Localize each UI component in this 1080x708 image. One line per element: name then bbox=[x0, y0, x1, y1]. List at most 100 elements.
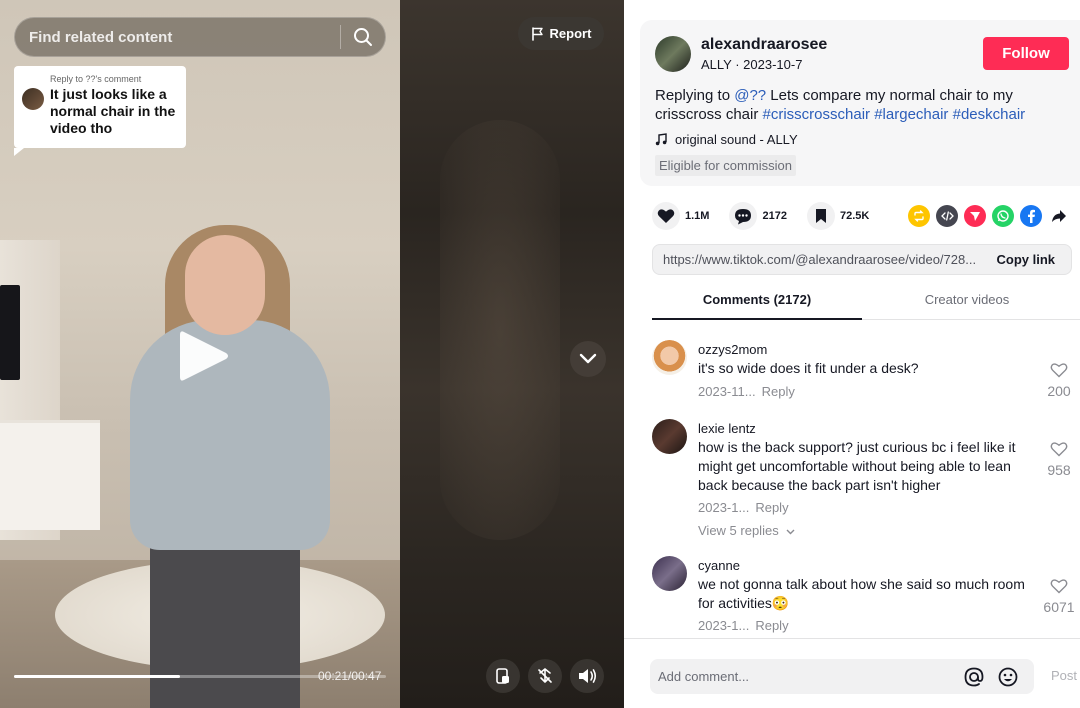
comment-like-button[interactable]: 958 bbox=[1042, 441, 1076, 478]
heart-outline-icon bbox=[1050, 579, 1068, 594]
comment-like-button[interactable]: 200 bbox=[1042, 362, 1076, 399]
comment-icon bbox=[735, 208, 752, 224]
video-scene-person-sweater bbox=[130, 320, 330, 550]
comment-like-count: 958 bbox=[1047, 462, 1071, 478]
comment-item: cyanne we not gonna talk about how she s… bbox=[652, 551, 1076, 638]
video-scene-desk bbox=[0, 420, 100, 530]
mention-icon[interactable] bbox=[963, 666, 985, 688]
bookmark-icon bbox=[815, 209, 826, 223]
chevron-down-icon bbox=[579, 353, 597, 364]
commenter-name[interactable]: cyanne bbox=[698, 558, 740, 573]
follow-button[interactable]: Follow bbox=[983, 37, 1069, 70]
emoji-icon[interactable] bbox=[997, 666, 1019, 688]
commenter-avatar[interactable] bbox=[652, 419, 687, 454]
comment-list: ozzys2mom it's so wide does it fit under… bbox=[652, 335, 1080, 638]
comment-composer: Post bbox=[624, 638, 1080, 708]
reply-sticker-avatar bbox=[22, 88, 44, 110]
autoscroll-button[interactable] bbox=[528, 659, 562, 693]
like-count: 1.1M bbox=[685, 210, 710, 222]
mention-link[interactable]: @?? bbox=[734, 87, 766, 104]
author-username[interactable]: alexandraarosee bbox=[701, 36, 827, 54]
save-button[interactable]: 72.5K bbox=[806, 202, 870, 230]
video-link-url[interactable]: https://www.tiktok.com/@alexandraarosee/… bbox=[653, 252, 980, 267]
hashtag-link[interactable]: #crisscrosschair bbox=[763, 106, 871, 123]
hashtag-link[interactable]: #deskchair bbox=[953, 106, 1026, 123]
desc-prefix: Replying to bbox=[655, 87, 735, 104]
sound-link[interactable]: original sound - ALLY bbox=[655, 132, 798, 147]
comment-date: 2023-1... bbox=[698, 500, 750, 515]
send-icon bbox=[970, 212, 980, 221]
music-note-icon bbox=[655, 133, 667, 146]
embed-button[interactable] bbox=[936, 205, 958, 227]
facebook-icon bbox=[1028, 209, 1035, 223]
save-count: 72.5K bbox=[839, 210, 870, 222]
floating-player-button[interactable] bbox=[486, 659, 520, 693]
facebook-button[interactable] bbox=[1020, 205, 1042, 227]
comment-meta: 2023-1... Reply bbox=[698, 618, 789, 633]
hashtag-link[interactable]: #largechair bbox=[874, 106, 948, 123]
active-tab-indicator bbox=[652, 318, 862, 320]
reply-button[interactable]: Reply bbox=[755, 500, 788, 515]
comment-meta: 2023-11... Reply bbox=[698, 384, 795, 399]
next-video-button[interactable] bbox=[570, 341, 606, 377]
more-share-button[interactable] bbox=[1048, 205, 1070, 227]
commenter-name[interactable]: ozzys2mom bbox=[698, 342, 767, 357]
share-icons bbox=[908, 205, 1070, 227]
tab-creator-videos[interactable]: Creator videos bbox=[862, 292, 1072, 307]
comment-date: 2023-11... bbox=[698, 384, 756, 399]
reply-comment-sticker: Reply to ??'s comment It just looks like… bbox=[14, 66, 186, 156]
heart-outline-icon bbox=[1050, 363, 1068, 378]
comment-date: 2023-1... bbox=[698, 618, 750, 633]
volume-icon bbox=[579, 669, 597, 683]
like-button[interactable]: 1.1M bbox=[652, 202, 709, 230]
post-comment-button[interactable]: Post bbox=[1051, 668, 1077, 683]
sound-label: original sound - ALLY bbox=[675, 132, 798, 147]
search-button[interactable] bbox=[341, 17, 385, 57]
play-icon[interactable] bbox=[178, 328, 230, 384]
details-panel: alexandraarosee ALLY · 2023-10-7 Follow … bbox=[624, 0, 1080, 708]
video-link-box: https://www.tiktok.com/@alexandraarosee/… bbox=[652, 244, 1072, 275]
embed-icon bbox=[940, 211, 954, 221]
comment-button[interactable]: 2172 bbox=[729, 202, 787, 230]
video-scene-monitor bbox=[0, 285, 20, 380]
app-root: Reply to ??'s comment It just looks like… bbox=[0, 0, 1080, 708]
commenter-avatar[interactable] bbox=[652, 556, 687, 591]
tab-comments[interactable]: Comments (2172) bbox=[652, 292, 862, 307]
send-to-friends-button[interactable] bbox=[964, 205, 986, 227]
repost-icon bbox=[914, 210, 924, 222]
comment-text: it's so wide does it fit under a desk? bbox=[698, 360, 919, 376]
tab-bar: Comments (2172) Creator videos bbox=[652, 284, 1080, 320]
comment-meta: 2023-1... Reply bbox=[698, 500, 789, 515]
commenter-name[interactable]: lexie lentz bbox=[698, 421, 756, 436]
comment-count: 2172 bbox=[762, 210, 787, 222]
comment-like-button[interactable]: 6071 bbox=[1042, 578, 1076, 615]
flag-icon bbox=[531, 26, 543, 41]
view-replies-button[interactable]: View 5 replies bbox=[698, 523, 795, 538]
heart-icon bbox=[657, 209, 675, 223]
volume-button[interactable] bbox=[570, 659, 604, 693]
author-nickname-date: ALLY · 2023-10-7 bbox=[701, 57, 803, 72]
report-button[interactable]: Report bbox=[518, 17, 604, 50]
related-search-input[interactable] bbox=[15, 28, 340, 46]
reply-button[interactable]: Reply bbox=[755, 618, 788, 633]
repost-button[interactable] bbox=[908, 205, 930, 227]
commenter-avatar[interactable] bbox=[652, 340, 687, 375]
copy-link-button[interactable]: Copy link bbox=[980, 252, 1071, 267]
related-search-bar bbox=[14, 17, 386, 57]
autoscroll-off-icon bbox=[538, 668, 552, 683]
whatsapp-button[interactable] bbox=[992, 205, 1014, 227]
post-info-card: alexandraarosee ALLY · 2023-10-7 Follow … bbox=[640, 20, 1080, 186]
video-area: Reply to ??'s comment It just looks like… bbox=[0, 0, 624, 708]
reply-button[interactable]: Reply bbox=[762, 384, 795, 399]
comment-item: lexie lentz how is the back support? jus… bbox=[652, 414, 1076, 549]
comment-like-count: 200 bbox=[1047, 383, 1071, 399]
author-avatar[interactable] bbox=[655, 36, 691, 72]
comment-input[interactable] bbox=[658, 659, 958, 694]
floating-player-icon bbox=[496, 668, 509, 684]
comment-like-count: 6071 bbox=[1043, 599, 1075, 615]
comment-item: ozzys2mom it's so wide does it fit under… bbox=[652, 335, 1076, 410]
view-replies-label: View 5 replies bbox=[698, 523, 779, 538]
search-icon bbox=[354, 28, 372, 46]
share-arrow-icon bbox=[1052, 210, 1066, 222]
commission-badge: Eligible for commission bbox=[655, 155, 796, 176]
